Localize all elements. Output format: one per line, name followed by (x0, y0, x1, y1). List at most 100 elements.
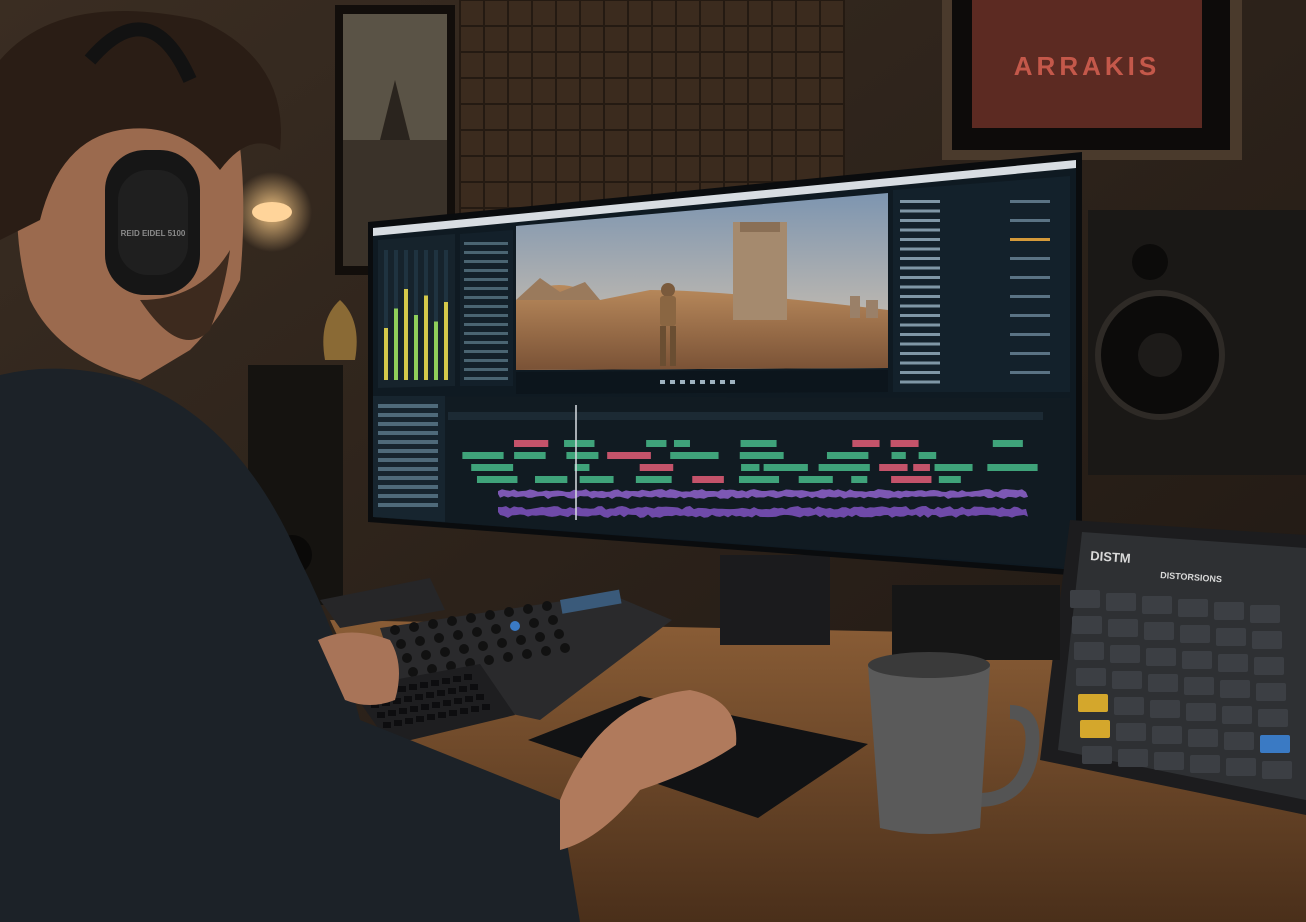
timeline-clip (826, 452, 869, 459)
timeline-clip (607, 452, 651, 459)
inspector-label (900, 314, 940, 317)
timeline-clip (639, 464, 674, 471)
timeline-clip (891, 452, 906, 459)
poster-title: ARRAKIS (1014, 51, 1160, 81)
console-knob (529, 618, 539, 628)
desert-tower (733, 222, 787, 320)
right-speaker (1088, 210, 1306, 475)
keyboard-key (404, 696, 412, 702)
keyboard-key (388, 710, 396, 716)
timeline-clip (851, 476, 868, 483)
console-knob (459, 644, 469, 654)
keyboard-key (432, 702, 440, 708)
timeline-clip (740, 440, 777, 447)
effect-row (464, 359, 508, 362)
tablet-key (1118, 749, 1148, 767)
playback-control (710, 380, 715, 384)
tablet-key (1116, 723, 1146, 741)
console-knob (503, 652, 513, 662)
inspector-label (900, 380, 940, 384)
inspector-label (900, 276, 940, 279)
track-header (378, 485, 438, 489)
effect-row (464, 350, 508, 353)
meter-level (414, 315, 418, 380)
console-knob (478, 641, 488, 651)
monitor-stand (720, 555, 830, 645)
timeline-clip (879, 464, 908, 471)
keyboard-key (431, 680, 439, 686)
tablet-key (1112, 671, 1142, 689)
inspector-value (1010, 371, 1050, 374)
tablet-key (1152, 726, 1182, 744)
console-knob (485, 610, 495, 620)
timeline-clip (852, 440, 880, 447)
timeline-clip (471, 464, 514, 471)
console-knob (497, 638, 507, 648)
tablet-key (1186, 703, 1216, 721)
track-header (378, 476, 438, 480)
tablet-key (1154, 752, 1184, 770)
inspector-value (1010, 352, 1050, 355)
timeline-clip (818, 464, 870, 471)
track-header (378, 404, 438, 408)
track-header (378, 431, 438, 435)
tablet-key (1254, 657, 1284, 675)
inspector-value (1010, 238, 1050, 241)
tablet-key (1110, 645, 1140, 663)
timeline-clip (635, 476, 672, 483)
tablet-key (1262, 761, 1292, 779)
tablet-key (1114, 697, 1144, 715)
keyboard-key (476, 694, 484, 700)
timeline-clip (670, 452, 719, 459)
effect-row (464, 287, 508, 290)
inspector-value (1010, 333, 1050, 336)
main-monitor (368, 152, 1082, 576)
keyboard-key (437, 690, 445, 696)
keyboard-key (454, 698, 462, 704)
timeline-clip (934, 464, 973, 471)
headphones-brand: REID EIDEL 5100 (121, 229, 186, 238)
tablet-key (1078, 694, 1108, 712)
effect-row (464, 251, 508, 254)
keyboard-key (471, 706, 479, 712)
playback-control (680, 380, 685, 384)
console-knob (396, 639, 406, 649)
inspector-label (900, 219, 940, 222)
inspector-label (900, 361, 940, 365)
playback-control (730, 380, 735, 384)
console-knob (472, 627, 482, 637)
console-knob (453, 630, 463, 640)
tablet-key (1224, 732, 1254, 750)
inspector-label (900, 323, 940, 327)
timeline-clip (992, 440, 1023, 447)
timeline-clip (514, 452, 546, 459)
console-knob (434, 633, 444, 643)
inspector-label (900, 238, 940, 241)
timeline-clip (579, 476, 614, 483)
keyboard-key (442, 678, 450, 684)
timeline-clip (739, 452, 784, 459)
track-header (378, 413, 438, 417)
tablet-key (1070, 590, 1100, 608)
keyboard-key (449, 710, 457, 716)
tablet-key (1260, 735, 1290, 753)
timeline-clip (763, 464, 808, 471)
keyboard-key (443, 700, 451, 706)
timeline-clip (938, 476, 961, 483)
console-knob (409, 622, 419, 632)
tablet-key (1258, 709, 1288, 727)
playback-control (660, 380, 665, 384)
console-knob (408, 667, 418, 677)
meter-level (394, 308, 398, 380)
tablet-key (1214, 602, 1244, 620)
keyboard-key (377, 712, 385, 718)
editing-studio-scene: ARRAKIS DISTM DISTORSIONS REID EIDEL 510… (0, 0, 1306, 922)
console-knob (523, 604, 533, 614)
keyboard-key (421, 704, 429, 710)
timeline-clip (741, 464, 760, 471)
console-knob (541, 646, 551, 656)
console-knob (535, 632, 545, 642)
keyboard-key (438, 712, 446, 718)
console-knob (491, 624, 501, 634)
tablet-key (1144, 622, 1174, 640)
